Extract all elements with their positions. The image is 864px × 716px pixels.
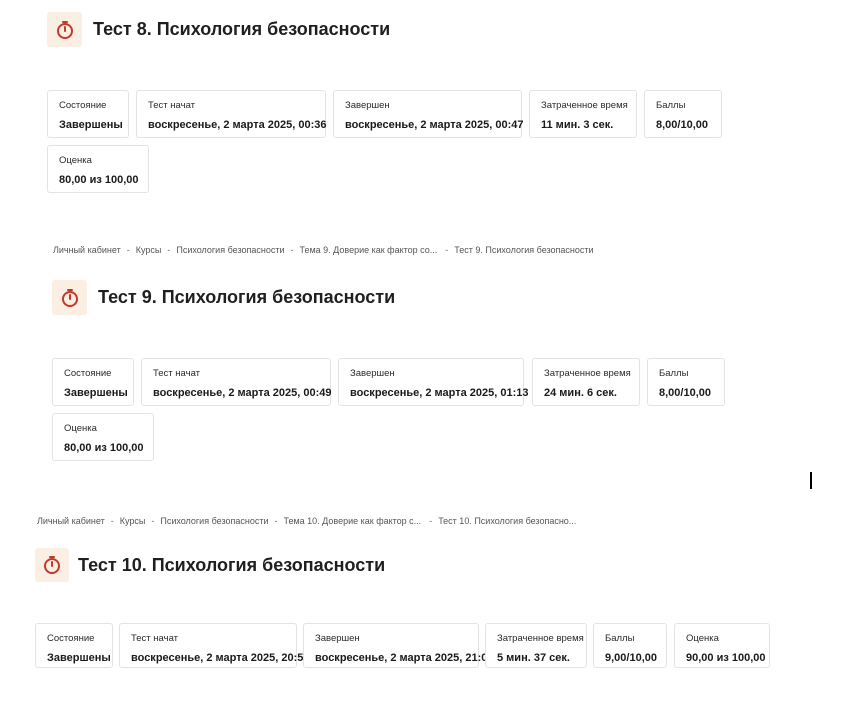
stat-label: Оценка [59,155,92,166]
stat-value: Завершены [64,387,128,399]
breadcrumb: Личный кабинет - Курсы - Психология безопа… [53,245,594,255]
stat-label: Тест начат [153,368,200,379]
breadcrumb-link-courses[interactable]: Курсы [136,245,162,255]
stopwatch-icon [35,548,69,582]
stat-card-state: Состояние Завершены [47,90,129,138]
stat-card-points: Баллы 8,00/10,00 [644,90,722,138]
stopwatch-icon [52,280,87,315]
quiz-header: Тест 8. Психология безопасности [47,12,390,47]
breadcrumb-current: Тест 9. Психология безопасности [454,245,594,255]
stat-value: 8,00/10,00 [656,119,708,131]
breadcrumb-separator: - [429,516,433,526]
stat-label: Оценка [686,633,719,644]
stat-value: 24 мин. 6 сек. [544,387,617,399]
stat-label: Завершен [315,633,360,644]
stat-value: 11 мин. 3 сек. [541,119,614,131]
stat-card-time-spent: Затраченное время 5 мин. 37 сек. [485,623,587,668]
stat-value: воскресенье, 2 марта 2025, 00:49 [153,387,332,399]
stat-value: 90,00 из 100,00 [686,652,766,664]
stat-label: Баллы [659,368,689,379]
breadcrumb-separator: - [167,245,171,255]
stat-value: 80,00 из 100,00 [64,442,144,454]
page-title: Тест 10. Психология безопасности [78,554,386,575]
stat-card-time-spent: Затраченное время 11 мин. 3 сек. [529,90,637,138]
stat-label: Баллы [605,633,635,644]
stat-card-finished: Завершен воскресенье, 2 марта 2025, 00:4… [333,90,524,138]
breadcrumb-current: Тест 10. Психология безопасно... [438,516,577,526]
stat-value: воскресенье, 2 марта 2025, 00:36 [148,119,327,131]
stat-label: Тест начат [131,633,178,644]
stat-card-grade: Оценка 80,00 из 100,00 [52,413,154,461]
stat-label: Завершен [345,100,390,111]
quiz-header: Тест 10. Психология безопасности [35,548,385,582]
breadcrumb-link-topic[interactable]: Тема 9. Доверие как фактор со... [299,245,437,255]
stat-label: Состояние [59,100,107,111]
breadcrumb-separator: - [110,516,114,526]
stat-value: Завершены [59,119,123,131]
stat-card-grade: Оценка 80,00 из 100,00 [47,145,149,193]
stat-card-state: Состояние Завершены [52,358,134,406]
stat-value: воскресенье, 2 марта 2025, 00:47 [345,119,524,131]
page-title: Тест 8. Психология безопасности [93,19,391,39]
stat-card-grade: Оценка 90,00 из 100,00 [674,623,770,668]
breadcrumb-separator: - [274,516,278,526]
breadcrumb-link-course[interactable]: Психология безопасности [160,516,268,526]
text-cursor [810,472,812,489]
stat-label: Тест начат [148,100,195,111]
stat-value: 8,00/10,00 [659,387,711,399]
breadcrumb-link-course[interactable]: Психология безопасности [176,245,284,255]
stat-card-started: Тест начат воскресенье, 2 марта 2025, 00… [141,358,332,406]
stopwatch-icon [47,12,82,47]
stat-card-points: Баллы 8,00/10,00 [647,358,725,406]
stat-label: Завершен [350,368,395,379]
breadcrumb-separator: - [445,245,449,255]
stat-card-state: Состояние Завершены [35,623,113,668]
breadcrumb-link-dashboard[interactable]: Личный кабинет [37,516,105,526]
stat-label: Оценка [64,423,97,434]
stat-label: Баллы [656,100,686,111]
stat-card-points: Баллы 9,00/10,00 [593,623,667,668]
page-title: Тест 9. Психология безопасности [98,287,396,307]
breadcrumb-link-dashboard[interactable]: Личный кабинет [53,245,121,255]
stat-label: Затраченное время [544,368,631,379]
stat-label: Затраченное время [497,633,584,644]
breadcrumb-link-courses[interactable]: Курсы [120,516,146,526]
stat-card-time-spent: Затраченное время 24 мин. 6 сек. [532,358,640,406]
breadcrumb-separator: - [126,245,130,255]
breadcrumb-link-topic[interactable]: Тема 10. Доверие как фактор с... [283,516,421,526]
stat-card-finished: Завершен воскресенье, 2 марта 2025, 21:0… [303,623,494,668]
stat-value: воскресенье, 2 марта 2025, 01:13 [350,387,529,399]
stat-card-started: Тест начат воскресенье, 2 марта 2025, 20… [119,623,310,668]
stat-value: Завершены [47,652,111,664]
stat-card-started: Тест начат воскресенье, 2 марта 2025, 00… [136,90,327,138]
stat-value: 9,00/10,00 [605,652,657,664]
breadcrumb: Личный кабинет - Курсы - Психология безопа… [37,516,576,526]
stat-label: Затраченное время [541,100,628,111]
quiz-header: Тест 9. Психология безопасности [52,280,395,315]
stat-card-finished: Завершен воскресенье, 2 марта 2025, 01:1… [338,358,529,406]
stat-label: Состояние [64,368,112,379]
stat-value: 80,00 из 100,00 [59,174,139,186]
stat-value: воскресенье, 2 марта 2025, 21:02 [315,652,494,664]
stat-value: воскресенье, 2 марта 2025, 20:56 [131,652,310,664]
stat-label: Состояние [47,633,95,644]
breadcrumb-separator: - [151,516,155,526]
stat-value: 5 мин. 37 сек. [497,652,570,664]
breadcrumb-separator: - [290,245,294,255]
